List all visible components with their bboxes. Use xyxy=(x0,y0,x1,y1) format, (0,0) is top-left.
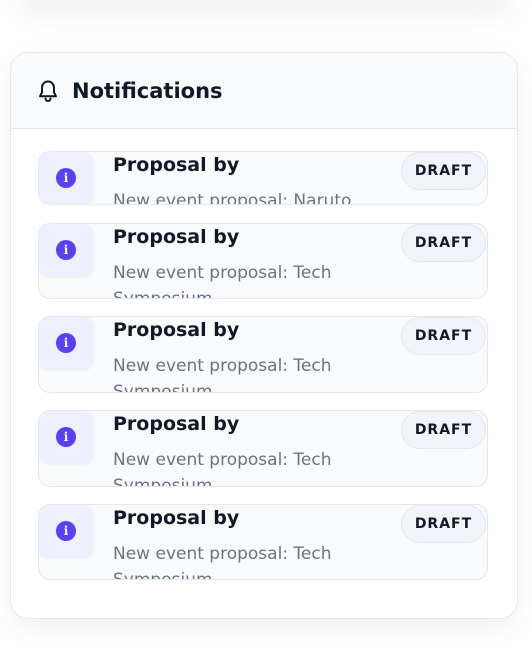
bell-icon xyxy=(37,79,61,103)
notification-message: New event proposal: Tech Symposium xyxy=(113,450,332,487)
notification-title: Proposal by xyxy=(113,226,240,248)
status-badge: DRAFT xyxy=(401,411,486,449)
notifications-panel: Notifications i Proposal by New event pr… xyxy=(10,52,518,619)
notification-item[interactable]: i Proposal by New event proposal: Tech S… xyxy=(38,223,488,299)
notification-message: New event proposal: Naruto xyxy=(113,191,352,205)
notification-title: Proposal by xyxy=(113,319,240,341)
info-icon: i xyxy=(56,240,76,260)
notification-icon-box: i xyxy=(39,152,93,204)
notification-icon-box: i xyxy=(39,224,93,276)
notification-item[interactable]: i Proposal by New event proposal: Tech S… xyxy=(38,504,488,580)
panel-title: Notifications xyxy=(72,78,223,103)
notification-title: Proposal by xyxy=(113,413,240,435)
info-icon: i xyxy=(56,333,76,353)
panel-header: Notifications xyxy=(11,53,517,129)
info-icon: i xyxy=(56,427,76,447)
notification-message: New event proposal: Tech Symposium xyxy=(113,356,332,393)
notification-item[interactable]: i Proposal by New event proposal: Tech S… xyxy=(38,316,488,393)
info-icon: i xyxy=(56,168,76,188)
notification-message: New event proposal: Tech Symposium xyxy=(113,263,332,299)
notification-icon-box: i xyxy=(39,411,93,463)
status-badge: DRAFT xyxy=(401,152,486,190)
notification-message: New event proposal: Tech Symposium xyxy=(113,544,332,580)
status-badge: DRAFT xyxy=(401,224,486,262)
notification-title: Proposal by xyxy=(113,154,240,176)
status-badge: DRAFT xyxy=(401,317,486,355)
notification-title: Proposal by xyxy=(113,507,240,529)
status-badge: DRAFT xyxy=(401,505,486,543)
notification-item[interactable]: i Proposal by New event proposal: Tech S… xyxy=(38,410,488,487)
info-icon: i xyxy=(56,521,76,541)
notification-icon-box: i xyxy=(39,505,93,557)
notification-item[interactable]: i Proposal by New event proposal: Naruto… xyxy=(38,151,488,205)
notification-icon-box: i xyxy=(39,317,93,369)
